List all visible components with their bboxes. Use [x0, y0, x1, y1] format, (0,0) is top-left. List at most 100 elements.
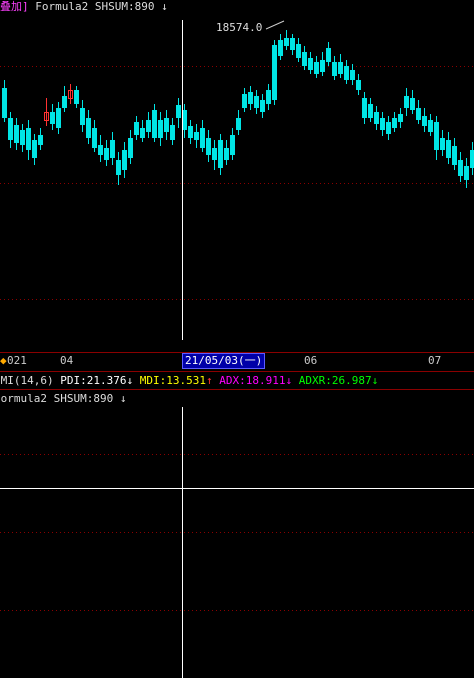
- candle-body: [284, 38, 289, 46]
- candle-body: [386, 122, 391, 134]
- dmi-name[interactable]: DMI(14,6): [0, 374, 54, 387]
- candle-body: [356, 80, 361, 90]
- candle-body: [434, 122, 439, 150]
- candle-body: [74, 90, 79, 104]
- candle-body: [260, 100, 265, 112]
- candle-body: [398, 114, 403, 122]
- candle-body: [26, 128, 31, 150]
- candle-body: [392, 118, 397, 128]
- candle-body: [176, 105, 181, 118]
- candle-body: [62, 96, 67, 108]
- candle-body: [272, 45, 277, 100]
- candle-body: [296, 44, 301, 58]
- candle-body: [362, 98, 367, 118]
- candle-body: [86, 118, 91, 138]
- axis-label-1: 021: [7, 354, 27, 367]
- candle-body: [206, 138, 211, 155]
- candle-body: [404, 96, 409, 108]
- candle-body: [2, 88, 7, 118]
- candle-body: [140, 128, 145, 138]
- axis-label-2: 04: [60, 354, 74, 367]
- candle-body: [116, 160, 121, 175]
- axis-label-4: 07: [428, 354, 442, 367]
- adx-value: 18.911: [245, 374, 286, 387]
- candle-body: [56, 108, 61, 128]
- pdi-down-icon: [126, 374, 133, 387]
- candle-body: [344, 66, 349, 80]
- lower-series-name: SHSUM: [53, 392, 87, 405]
- down-arrow-icon: [120, 392, 127, 405]
- cursor-date-label: 21/05/03(一): [182, 353, 266, 369]
- high-marker-line: [265, 20, 285, 30]
- candle-body: [188, 126, 193, 138]
- candle-body: [248, 92, 253, 104]
- adxr-label: ADXR:: [298, 374, 332, 387]
- candle-body: [212, 148, 217, 160]
- candle-body: [458, 160, 463, 176]
- candle-body: [350, 70, 355, 80]
- candle-body: [8, 118, 13, 140]
- candle-body: [32, 140, 37, 158]
- lower-legend: Formula2 SHSUM:890: [0, 392, 126, 406]
- candle-body: [290, 38, 295, 50]
- candle-body: [470, 150, 474, 168]
- time-axis: ◆ 021 04 21/05/03(一) 06 07: [0, 353, 474, 369]
- candle-body: [374, 112, 379, 124]
- candle-body: [38, 135, 43, 145]
- candle-body: [464, 166, 469, 180]
- pdi-value: 21.376: [86, 374, 127, 387]
- candle-body: [146, 120, 151, 132]
- candle-body: [308, 58, 313, 70]
- mdi-label: MDI:: [139, 374, 167, 387]
- candle-body: [266, 90, 271, 104]
- candle-body: [278, 40, 283, 56]
- candle-body: [218, 140, 223, 168]
- candle-body: [20, 130, 25, 145]
- adxr-value: 26.987: [331, 374, 372, 387]
- candle-body: [236, 118, 241, 130]
- candle-body: [224, 148, 229, 160]
- candle-body: [200, 128, 205, 148]
- candle-body: [410, 98, 415, 110]
- candle-body: [50, 112, 55, 124]
- mdi-up-icon: [206, 374, 213, 387]
- candle-body: [440, 138, 445, 150]
- pdi-label: PDI:: [60, 374, 87, 387]
- candle-body: [194, 132, 199, 140]
- candle-body: [122, 150, 127, 170]
- adx-label: ADX:: [219, 374, 246, 387]
- candle-body: [368, 104, 373, 118]
- candle-body: [164, 118, 169, 132]
- candle-body: [134, 122, 139, 135]
- adxr-down-icon: [372, 374, 379, 387]
- candle-body: [326, 48, 331, 62]
- axis-label-3: 06: [304, 354, 318, 367]
- adx-down-icon: [285, 374, 292, 387]
- candle-body: [152, 110, 157, 138]
- lower-formula-name: Formula2: [0, 392, 47, 405]
- mdi-value: 13.531: [166, 374, 206, 387]
- candle-body: [14, 125, 19, 143]
- candle-body: [416, 108, 421, 120]
- candle-body: [314, 62, 319, 74]
- candle-body: [452, 146, 457, 165]
- candle-body: [338, 62, 343, 74]
- candle-body: [104, 148, 109, 160]
- candle-body: [158, 120, 163, 138]
- candle-body: [422, 116, 427, 126]
- high-price-label: 18574.0: [216, 21, 263, 34]
- candle-body: [92, 128, 97, 148]
- candle-body: [380, 118, 385, 130]
- candle-body: [170, 125, 175, 140]
- candle-body: [428, 120, 433, 132]
- candle-body: [230, 135, 235, 155]
- candle-body: [320, 60, 325, 72]
- candle-body: [110, 140, 115, 158]
- candle-body: [128, 138, 133, 158]
- kline-chart[interactable]: [0, 0, 474, 678]
- lower-series-value: 890: [93, 392, 114, 405]
- candle-body: [446, 140, 451, 158]
- candle-body: [302, 52, 307, 66]
- dmi-legend: DMI(14,6) PDI:21.376 MDI:13.531 ADX:18.9…: [0, 374, 378, 388]
- axis-marker-icon: ◆: [0, 354, 7, 367]
